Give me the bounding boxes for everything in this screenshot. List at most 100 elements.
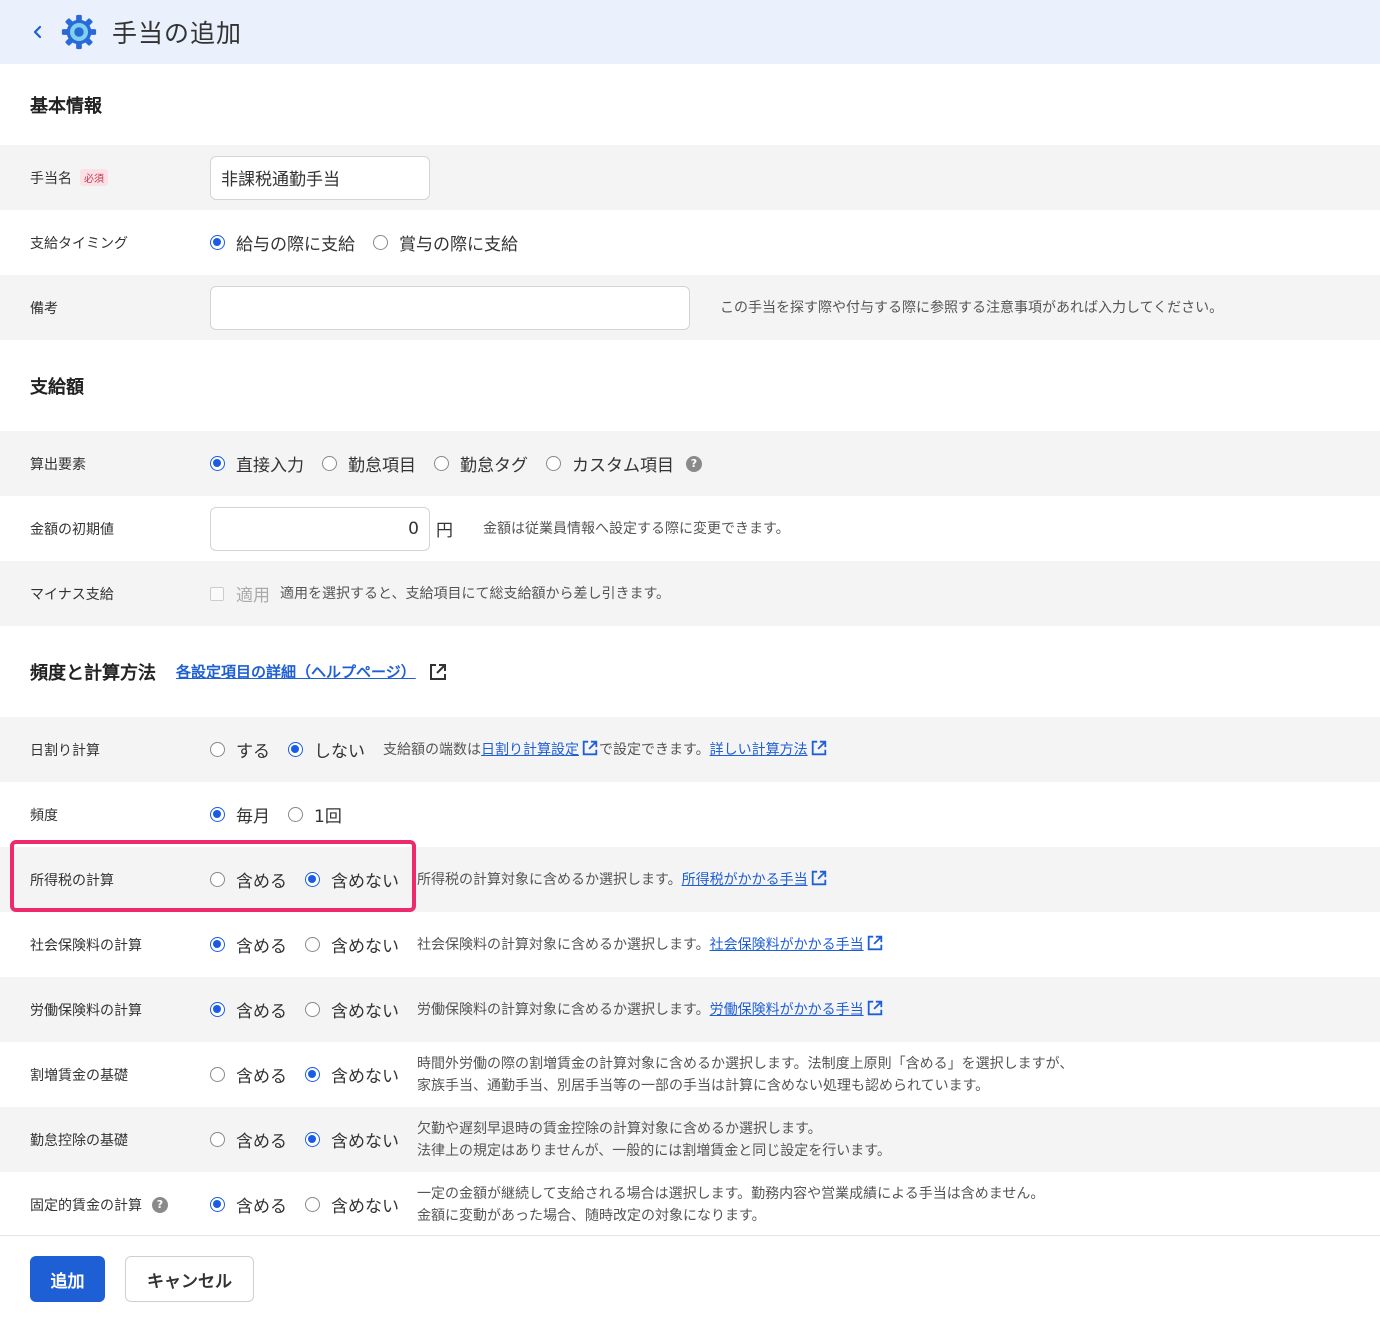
row-deduction-basis: 勤怠控除の基礎 含める 含めない 欠勤や遅刻早退時の賃金控除の計算対象に含めるか… <box>0 1107 1380 1172</box>
daily-setting-link[interactable]: 日割り計算設定 <box>481 742 579 758</box>
radio-unchecked <box>210 742 225 757</box>
row-memo: 備考 この手当を探す際や付与する際に参照する注意事項があれば入力してください。 <box>0 275 1380 340</box>
fixed-wage-hint: 一定の金額が継続して支給される場合は選択します。勤務内容や営業成績による手当は含… <box>417 1183 1044 1227</box>
deduction-hint: 欠勤や遅刻早退時の賃金控除の計算対象に含めるか選択します。 法律上の規定はありま… <box>417 1118 891 1162</box>
radio-income-tax-exclude[interactable]: 含めない <box>305 867 399 892</box>
radio-checked <box>305 1067 320 1082</box>
radio-label: 1回 <box>314 807 342 827</box>
radio-checked <box>305 872 320 887</box>
radio-label: する <box>236 742 270 762</box>
external-link-icon <box>867 1000 882 1015</box>
help-question-icon[interactable]: ? <box>152 1196 168 1213</box>
radio-label: 含める <box>236 1067 287 1087</box>
radio-checked <box>210 456 225 471</box>
row-payment-timing: 支給タイミング 給与の際に支給 賞与の際に支給 <box>0 210 1380 275</box>
page-title: 手当の追加 <box>112 19 243 48</box>
row-overtime-basis: 割増賃金の基礎 含める 含めない 時間外労働の際の割増賃金の計算対象に含めるか選… <box>0 1042 1380 1107</box>
radio-checked <box>210 807 225 822</box>
yen-unit: 円 <box>436 521 453 541</box>
radio-labor-include[interactable]: 含める <box>210 997 287 1022</box>
allowance-name-input[interactable] <box>210 155 430 200</box>
label-calc-element: 算出要素 <box>30 456 86 473</box>
label-fixed-wage: 固定的賃金の計算 ? <box>0 1195 210 1215</box>
radio-checked <box>210 1002 225 1017</box>
external-link-icon <box>582 740 598 755</box>
label-frequency: 頻度 <box>30 807 58 824</box>
radio-fixed-exclude[interactable]: 含めない <box>305 1192 399 1217</box>
radio-checked <box>288 742 303 757</box>
back-chevron-icon[interactable] <box>28 22 48 42</box>
radio-label: 直接入力 <box>236 456 304 476</box>
help-page-link[interactable]: 各設定項目の詳細（ヘルプページ） <box>176 661 448 682</box>
radio-deduction-include[interactable]: 含める <box>210 1127 287 1152</box>
row-social-insurance: 社会保険料の計算 含める 含めない 社会保険料の計算対象に含めるか選択します。社… <box>0 912 1380 977</box>
cancel-button[interactable]: キャンセル <box>125 1256 254 1302</box>
row-calc-element: 算出要素 直接入力 勤怠項目 勤怠タグ カスタム項目 ? <box>0 431 1380 496</box>
radio-daily-no[interactable]: しない <box>288 737 365 762</box>
radio-label: 給与の際に支給 <box>236 235 355 255</box>
radio-social-include[interactable]: 含める <box>210 932 287 957</box>
radio-attendance-tag[interactable]: 勤怠タグ <box>434 451 528 476</box>
radio-checked <box>210 937 225 952</box>
label-daily-calc: 日割り計算 <box>30 742 100 759</box>
radio-salary-payment[interactable]: 給与の際に支給 <box>210 230 355 255</box>
radio-unchecked <box>305 1197 320 1212</box>
radio-overtime-exclude[interactable]: 含めない <box>305 1062 399 1087</box>
label-minus-payment: マイナス支給 <box>30 586 114 603</box>
radio-custom-item[interactable]: カスタム項目 <box>546 451 674 476</box>
social-insurance-hint: 社会保険料の計算対象に含めるか選択します。社会保険料がかかる手当 <box>417 934 884 956</box>
radio-unchecked <box>434 456 449 471</box>
radio-checked <box>210 1197 225 1212</box>
hint-line: 欠勤や遅刻早退時の賃金控除の計算対象に含めるか選択します。 <box>417 1120 822 1137</box>
radio-unchecked <box>210 1067 225 1082</box>
radio-monthly[interactable]: 毎月 <box>210 802 270 827</box>
minus-hint: 適用を選択すると、支給項目にて総支給額から差し引きます。 <box>280 585 671 602</box>
radio-direct-input[interactable]: 直接入力 <box>210 451 304 476</box>
help-question-icon[interactable]: ? <box>686 455 702 472</box>
label-labor-insurance: 労働保険料の計算 <box>30 1002 142 1019</box>
radio-overtime-include[interactable]: 含める <box>210 1062 287 1087</box>
hint-line: 金額に変動があった場合、随時改定の対象になります。 <box>417 1207 766 1224</box>
hint-text: で設定できます。 <box>599 741 710 758</box>
radio-unchecked <box>305 1002 320 1017</box>
external-link-icon <box>811 740 826 755</box>
page-header: 手当の追加 <box>0 0 1380 64</box>
radio-bonus-payment[interactable]: 賞与の際に支給 <box>373 230 518 255</box>
social-insurance-link[interactable]: 社会保険料がかかる手当 <box>710 937 864 953</box>
label-deduction-basis: 勤怠控除の基礎 <box>30 1132 128 1149</box>
radio-labor-exclude[interactable]: 含めない <box>305 997 399 1022</box>
memo-input[interactable] <box>210 285 690 330</box>
radio-fixed-include[interactable]: 含める <box>210 1192 287 1217</box>
radio-checked <box>305 1132 320 1147</box>
calc-method-link[interactable]: 詳しい計算方法 <box>710 742 808 758</box>
hint-line: 時間外労働の際の割増賃金の計算対象に含めるか選択します。法制度上原則「含める」を… <box>417 1055 1074 1072</box>
section-title-basic: 基本情報 <box>30 95 102 117</box>
radio-label: 含めない <box>331 937 399 957</box>
external-link-icon <box>867 935 882 950</box>
radio-label: 含める <box>236 1002 287 1022</box>
label-memo: 備考 <box>30 300 58 317</box>
add-button[interactable]: 追加 <box>30 1256 105 1302</box>
apply-label: 適用 <box>236 586 270 606</box>
income-tax-link[interactable]: 所得税がかかる手当 <box>682 872 808 888</box>
labor-insurance-link[interactable]: 労働保険料がかかる手当 <box>710 1002 864 1018</box>
radio-label: 毎月 <box>236 807 270 827</box>
hint-text: 所得税の計算対象に含めるか選択します。 <box>417 871 682 888</box>
gear-icon <box>61 14 97 50</box>
radio-once[interactable]: 1回 <box>288 802 342 827</box>
overtime-hint: 時間外労働の際の割増賃金の計算対象に含めるか選択します。法制度上原則「含める」を… <box>417 1053 1073 1097</box>
required-badge: 必須 <box>80 169 108 186</box>
label-initial-amount: 金額の初期値 <box>30 521 114 538</box>
radio-daily-yes[interactable]: する <box>210 737 270 762</box>
radio-income-tax-include[interactable]: 含める <box>210 867 287 892</box>
radio-social-exclude[interactable]: 含めない <box>305 932 399 957</box>
radio-label: 含めない <box>331 1197 399 1217</box>
radio-unchecked <box>210 872 225 887</box>
apply-checkbox[interactable] <box>210 586 224 601</box>
radio-unchecked <box>288 807 303 822</box>
radio-label: 含めない <box>331 872 399 892</box>
radio-attendance-item[interactable]: 勤怠項目 <box>322 451 416 476</box>
radio-deduction-exclude[interactable]: 含めない <box>305 1127 399 1152</box>
initial-amount-input[interactable] <box>210 506 430 551</box>
radio-unchecked <box>210 1132 225 1147</box>
